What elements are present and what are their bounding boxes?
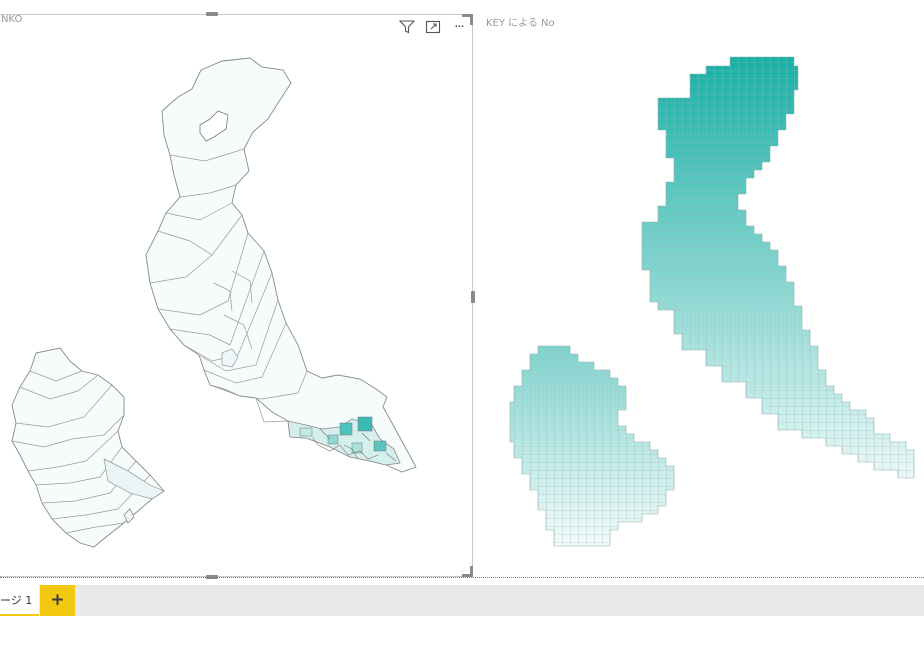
- grid-region-south: [509, 345, 675, 547]
- page-tab-1[interactable]: ージ 1: [0, 585, 39, 616]
- filled-map-visual[interactable]: INKO ···: [0, 12, 475, 579]
- district-light-1: [299, 427, 313, 437]
- grid-region-north: [641, 56, 915, 479]
- district-dark-1: [339, 422, 353, 436]
- district-dark-2: [357, 416, 373, 432]
- report-canvas: INKO ··· KEY による No: [0, 0, 924, 580]
- choropleth-map: [11, 57, 417, 548]
- grid-map-visual[interactable]: KEY による No: [482, 14, 924, 577]
- region-north: [145, 57, 417, 473]
- page-tab-bar: ージ 1 +: [0, 585, 924, 616]
- plus-icon: +: [50, 590, 65, 610]
- grid-shape-map: [509, 56, 915, 547]
- district-dark-3: [373, 440, 387, 452]
- canvas-bottom-border: [0, 577, 924, 578]
- resize-corner-bottom-right[interactable]: [462, 566, 473, 577]
- region-south: [11, 347, 165, 548]
- resize-handle-right[interactable]: [471, 291, 475, 303]
- district-mid-1: [327, 434, 339, 445]
- resize-corner-top-right[interactable]: [462, 14, 473, 25]
- page-tab-label: ージ 1: [0, 594, 33, 607]
- add-page-button[interactable]: +: [40, 585, 75, 616]
- resize-handle-top[interactable]: [206, 12, 218, 16]
